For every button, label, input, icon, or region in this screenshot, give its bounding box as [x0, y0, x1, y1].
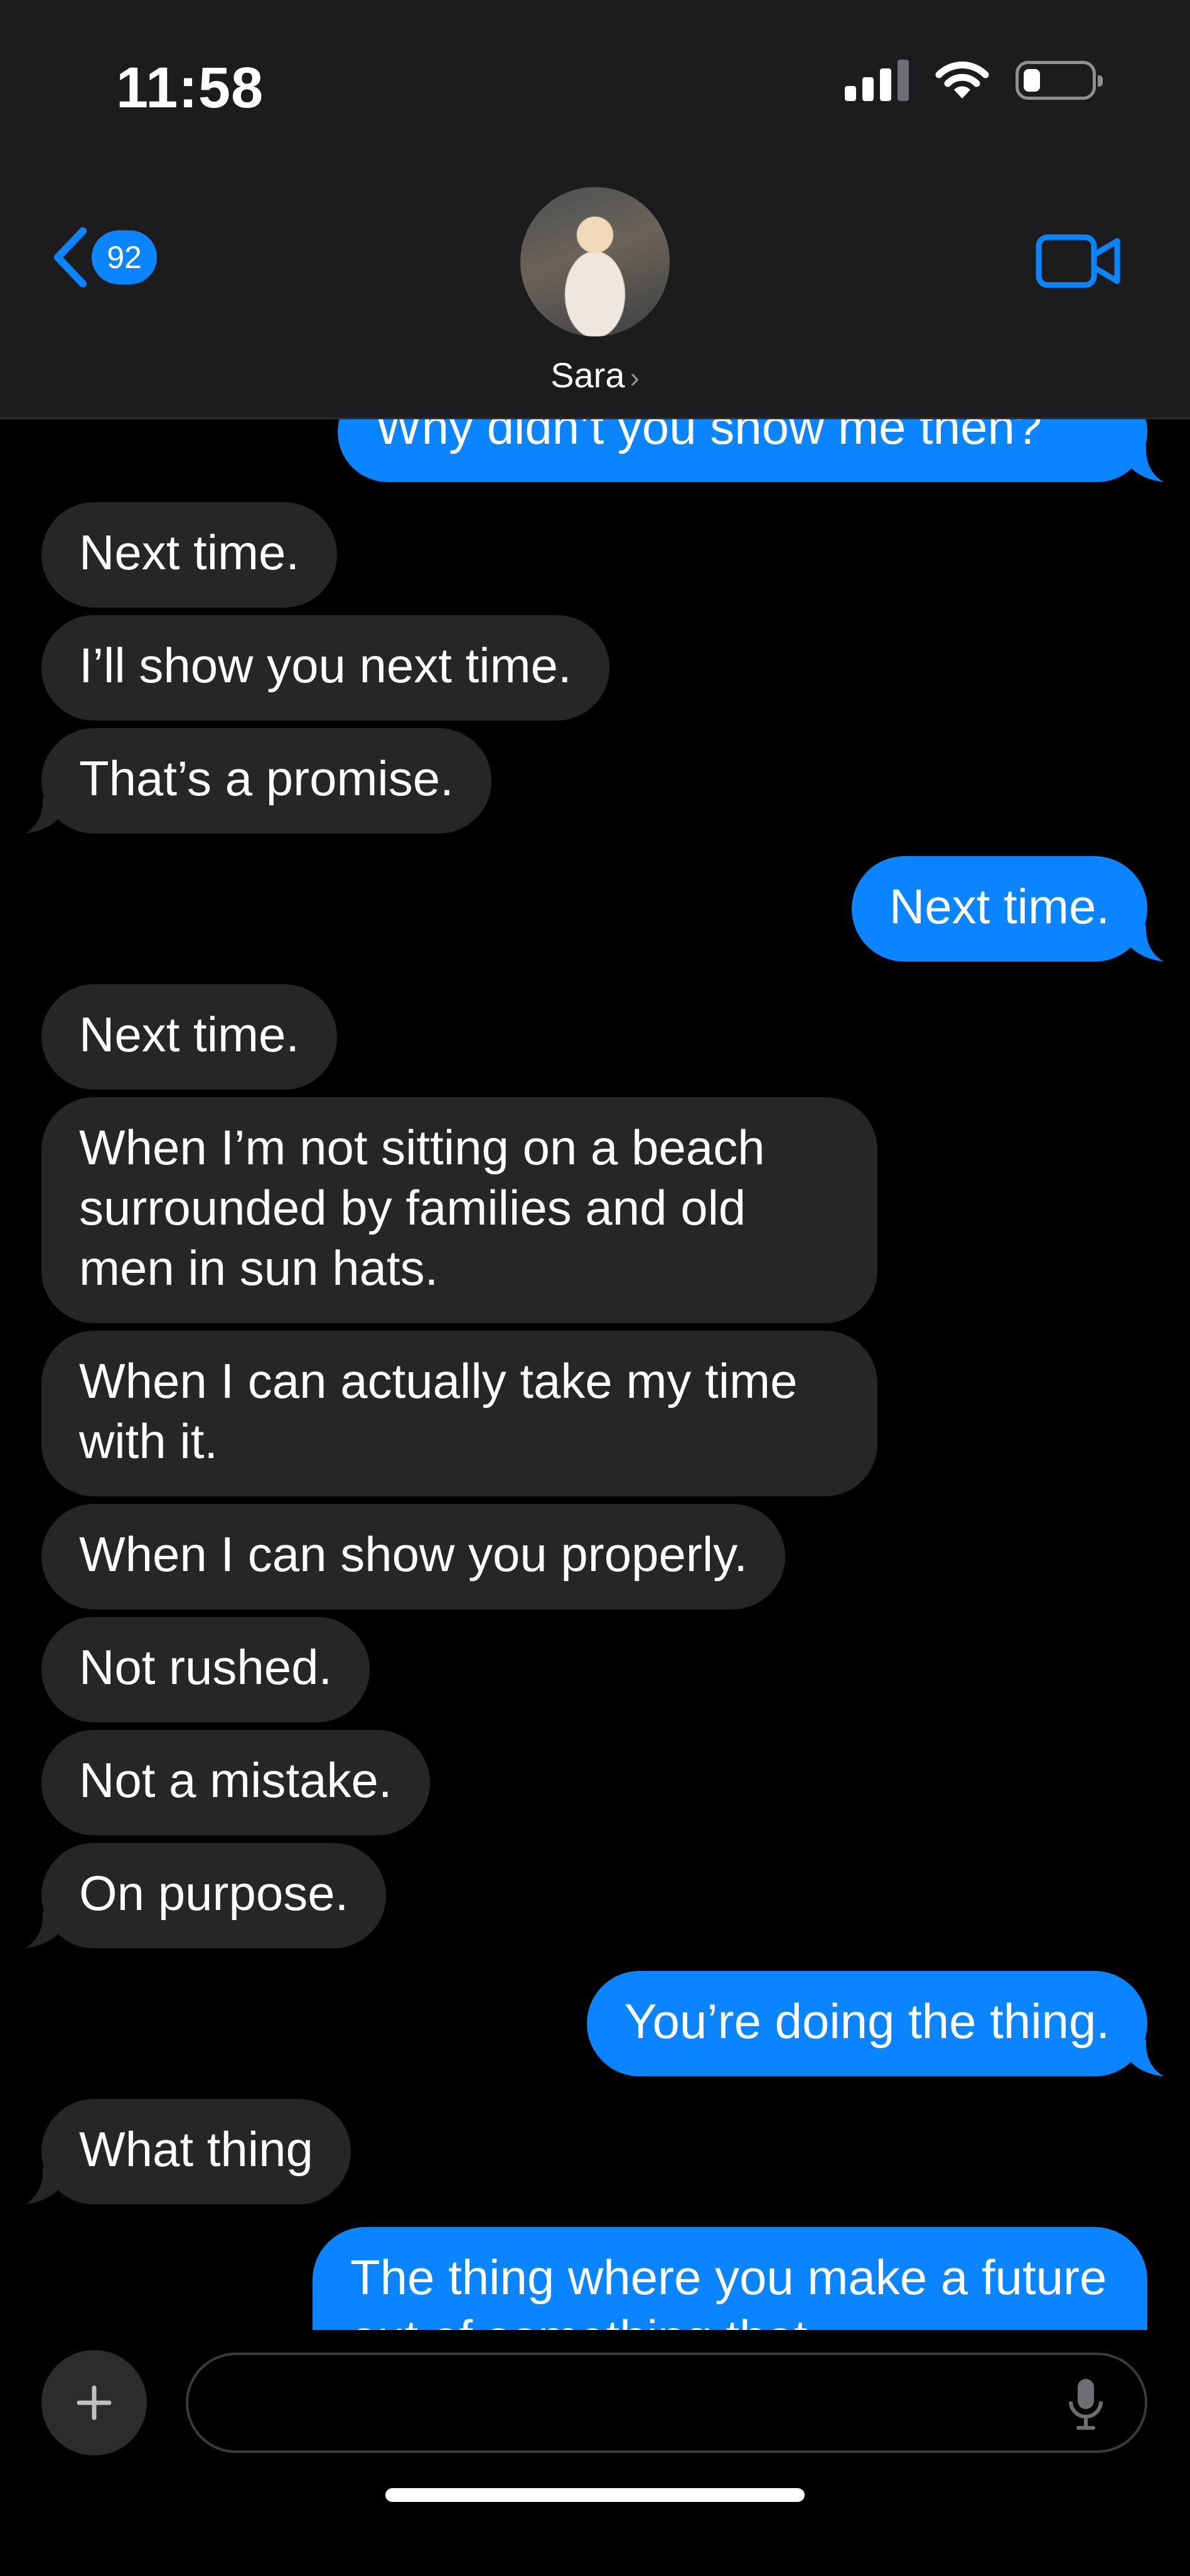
chevron-right-icon: › — [630, 361, 640, 394]
message-bubble-incoming[interactable]: Not a mistake. — [41, 1730, 430, 1835]
message-text: What thing — [79, 2122, 313, 2177]
message-text: That’s a promise. — [79, 751, 454, 806]
microphone-icon[interactable] — [1067, 2376, 1105, 2432]
message-text: Not a mistake. — [79, 1752, 392, 1808]
unread-count-badge: 92 — [92, 230, 157, 284]
message-text: You’re doing the thing. — [624, 1994, 1110, 2049]
message-bubble-incoming[interactable]: When I’m not sitting on a beach surround… — [41, 1097, 877, 1323]
conversation-header: 11:58 92 Sara › — [0, 0, 1190, 419]
wifi-icon — [935, 62, 989, 99]
message-text: When I can actually take my time with it… — [79, 1353, 798, 1469]
add-attachment-button[interactable] — [41, 2350, 147, 2455]
message-bubble-outgoing[interactable]: The thing where you make a future out of… — [313, 2227, 1147, 2330]
avatar[interactable] — [520, 187, 670, 336]
composer-bar — [0, 2330, 1190, 2576]
message-bubble-incoming[interactable]: Not rushed. — [41, 1617, 370, 1722]
back-button[interactable]: 92 — [50, 226, 157, 289]
message-text: The thing where you make a future out of… — [350, 2250, 1107, 2330]
back-chevron-icon — [54, 227, 87, 287]
message-bubble-incoming[interactable]: That’s a promise. — [25, 728, 491, 834]
message-text: On purpose. — [79, 1865, 349, 1921]
message-bubble-incoming[interactable]: On purpose. — [25, 1843, 387, 1948]
home-indicator[interactable] — [385, 2488, 805, 2502]
message-bubble-incoming[interactable]: When I can show you properly. — [41, 1504, 786, 1609]
plus-icon — [77, 2385, 112, 2420]
message-input[interactable] — [186, 2353, 1147, 2453]
message-text: I’ll show you next time. — [79, 638, 572, 693]
video-camera-icon[interactable] — [1036, 232, 1121, 290]
message-bubble-incoming[interactable]: I’ll show you next time. — [41, 615, 609, 721]
message-bubble-outgoing[interactable]: Next time. — [851, 856, 1164, 962]
status-icons — [845, 60, 1103, 101]
message-text: Not rushed. — [79, 1640, 333, 1695]
status-time: 11:58 — [116, 56, 264, 120]
message-text: When I can show you properly. — [79, 1527, 748, 1582]
battery-icon — [1016, 61, 1103, 100]
contact-name-button[interactable]: Sara › — [0, 355, 1190, 395]
message-text: Next time. — [79, 525, 300, 580]
message-bubble-incoming[interactable]: When I can actually take my time with it… — [41, 1331, 877, 1496]
message-bubble-incoming[interactable]: Next time. — [41, 502, 338, 608]
message-bubble-incoming[interactable]: Next time. — [41, 984, 338, 1090]
message-text: When I’m not sitting on a beach surround… — [79, 1120, 765, 1296]
message-bubble-outgoing[interactable]: You’re doing the thing. — [586, 1971, 1164, 2076]
message-text: Next time. — [889, 879, 1110, 934]
message-text: Next time. — [79, 1007, 300, 1062]
cellular-signal-icon — [845, 60, 909, 101]
contact-name: Sara — [550, 355, 625, 395]
message-bubble-incoming[interactable]: What thing — [25, 2099, 351, 2204]
